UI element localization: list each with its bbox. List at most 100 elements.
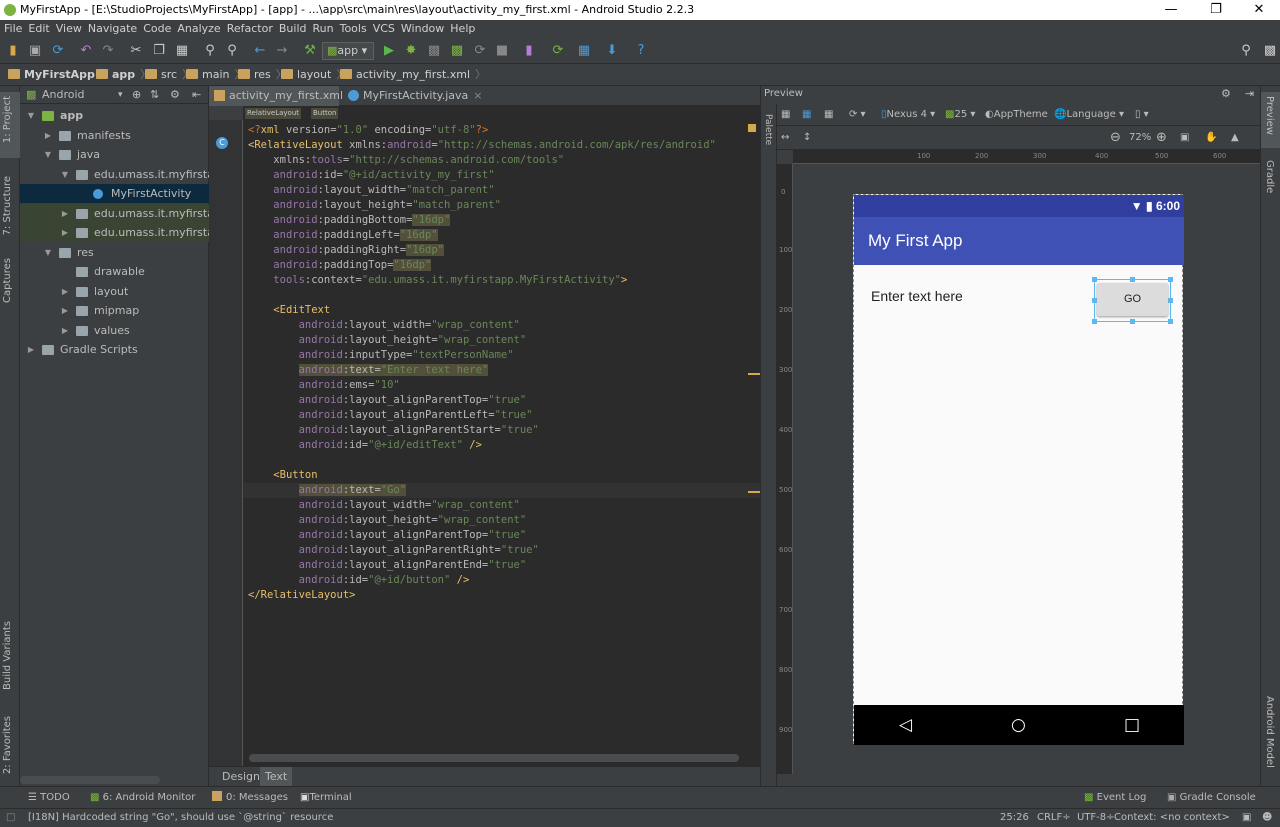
- ide-settings-icon[interactable]: ▩: [1262, 43, 1278, 59]
- android-monitor-button[interactable]: ▩ 6: Android Monitor: [90, 787, 195, 809]
- menu-navigate[interactable]: Navigate: [84, 20, 139, 38]
- both-surfaces-icon[interactable]: ▦: [824, 104, 833, 126]
- view-mode-select[interactable]: Android: [42, 86, 85, 104]
- zoom-out-icon[interactable]: ⊖: [1110, 127, 1121, 149]
- tree-item[interactable]: MyFirstActivity: [20, 184, 209, 203]
- hide-panel-icon[interactable]: ⇤: [192, 86, 201, 104]
- tab-design[interactable]: Design: [217, 767, 265, 786]
- maximize-button[interactable]: ❐: [1197, 0, 1235, 20]
- tab-activity-xml[interactable]: activity_my_first.xml×: [209, 86, 357, 106]
- run-icon[interactable]: ▶: [381, 43, 397, 59]
- theme-select[interactable]: ◐AppTheme: [985, 104, 1048, 126]
- design-surface-icon[interactable]: ▦: [781, 104, 790, 126]
- orientation-icon[interactable]: ⟳ ▾: [849, 104, 866, 126]
- zoom-in-icon[interactable]: ⊕: [1156, 127, 1167, 149]
- menu-analyze[interactable]: Analyze: [173, 20, 222, 38]
- gear-icon[interactable]: ⚙: [170, 86, 180, 104]
- tab-gradle[interactable]: Gradle: [1264, 160, 1275, 193]
- debug-icon[interactable]: ✸: [403, 43, 419, 59]
- sync-icon[interactable]: ⟳: [50, 43, 66, 59]
- tab-myfirstactivity-java[interactable]: MyFirstActivity.java ×: [343, 86, 482, 106]
- expand-arrow-icon[interactable]: ▼: [26, 106, 36, 125]
- back-icon[interactable]: ←: [252, 43, 268, 59]
- tab-preview[interactable]: Preview: [1264, 96, 1275, 135]
- tag-crumb-button[interactable]: Button: [311, 108, 339, 119]
- menu-code[interactable]: Code: [139, 20, 173, 38]
- file-encoding[interactable]: UTF-8÷: [1077, 809, 1115, 827]
- menu-window[interactable]: Window: [397, 20, 446, 38]
- resize-handle[interactable]: [1092, 319, 1097, 324]
- expand-arrow-icon[interactable]: ▶: [26, 340, 36, 359]
- cut-icon[interactable]: ✂: [128, 43, 144, 59]
- todo-button[interactable]: ☰ TODO: [28, 787, 70, 809]
- paste-icon[interactable]: ▦: [174, 43, 190, 59]
- warning-stripe[interactable]: [748, 373, 760, 375]
- menu-run[interactable]: Run: [309, 20, 336, 38]
- resize-handle[interactable]: [1168, 319, 1173, 324]
- gear-icon[interactable]: ⚙: [1221, 87, 1231, 100]
- tab-text[interactable]: Text: [260, 767, 293, 786]
- redo-icon[interactable]: ↷: [100, 43, 116, 59]
- tree-item[interactable]: ▶ Gradle Scripts: [20, 340, 209, 359]
- profile-icon[interactable]: ▩: [426, 43, 442, 59]
- tree-item[interactable]: ▶ edu.umass.it.myfirstapp: [20, 223, 228, 242]
- device-frame-select[interactable]: ▯ ▾: [1135, 104, 1149, 126]
- terminal-button[interactable]: ▣Terminal: [300, 787, 352, 809]
- edit-text-preview[interactable]: Enter text here: [871, 288, 963, 304]
- menu-help[interactable]: Help: [446, 20, 477, 38]
- project-hscroll[interactable]: [20, 776, 160, 784]
- search-everywhere-icon[interactable]: ⚲: [1238, 43, 1254, 59]
- messages-button[interactable]: 0: Messages: [212, 787, 288, 809]
- copy-icon[interactable]: ❐: [151, 43, 167, 59]
- tag-crumb-relativelayout[interactable]: RelativeLayout: [245, 108, 302, 119]
- tab-captures[interactable]: Captures: [2, 258, 13, 303]
- warning-stripe[interactable]: [748, 491, 760, 493]
- api-level-select[interactable]: ▩25 ▾: [945, 104, 975, 126]
- menu-build[interactable]: Build: [275, 20, 309, 38]
- close-button[interactable]: ✕: [1240, 0, 1278, 20]
- expand-arrow-icon[interactable]: ▶: [60, 321, 70, 340]
- menu-vcs[interactable]: VCS: [369, 20, 397, 38]
- fit-height-icon[interactable]: ↕: [803, 127, 811, 149]
- hide-panel-icon[interactable]: ⇥: [1245, 87, 1254, 100]
- breadcrumb-app[interactable]: app〉: [96, 64, 151, 86]
- resize-handle[interactable]: [1168, 277, 1173, 282]
- find-icon[interactable]: ⚲: [202, 43, 218, 59]
- menu-file[interactable]: File: [0, 20, 24, 38]
- fit-width-icon[interactable]: ↔: [781, 127, 789, 149]
- gradle-console-button[interactable]: ▣ Gradle Console: [1167, 787, 1256, 809]
- nav-home-icon[interactable]: ○: [1011, 715, 1026, 735]
- tree-item[interactable]: ▶ layout: [20, 282, 209, 301]
- help-icon[interactable]: ?: [633, 43, 649, 59]
- project-structure-icon[interactable]: ▦: [576, 43, 592, 59]
- save-icon[interactable]: ▣: [27, 43, 43, 59]
- undo-icon[interactable]: ↶: [78, 43, 94, 59]
- expand-arrow-icon[interactable]: ▶: [60, 223, 70, 242]
- expand-arrow-icon[interactable]: ▶: [43, 126, 53, 145]
- tree-item[interactable]: ▶ values: [20, 321, 209, 340]
- status-toggle-icon[interactable]: □: [6, 809, 15, 827]
- tree-item[interactable]: ▼ app: [20, 106, 209, 125]
- make-project-icon[interactable]: ⚒: [302, 43, 318, 59]
- expand-arrow-icon[interactable]: ▼: [43, 243, 53, 262]
- gradle-sync-icon[interactable]: ⟳: [550, 43, 566, 59]
- tab-android-model[interactable]: Android Model: [1264, 696, 1275, 768]
- device-screen[interactable]: ▼ ▮ 6:00 My First App Enter text here GO…: [853, 194, 1184, 745]
- language-select[interactable]: 🌐Language ▾: [1054, 104, 1124, 126]
- lock-icon[interactable]: ▣: [1242, 809, 1251, 827]
- resize-handle[interactable]: [1130, 277, 1135, 282]
- line-separator[interactable]: CRLF÷: [1037, 809, 1071, 827]
- notifications-icon[interactable]: ▲: [1231, 127, 1239, 149]
- replace-icon[interactable]: ⚲: [224, 43, 240, 59]
- code-editor[interactable]: <?xml version="1.0" encoding="utf-8"?> <…: [243, 120, 760, 766]
- expand-arrow-icon[interactable]: ▶: [60, 282, 70, 301]
- tab-structure[interactable]: 7: Structure: [2, 176, 13, 235]
- sdk-manager-icon[interactable]: ⬇: [604, 43, 620, 59]
- run-config-select[interactable]: ▩app ▾: [322, 42, 374, 60]
- zoom-fit-icon[interactable]: ▣: [1180, 127, 1189, 149]
- stop-icon[interactable]: ■: [494, 43, 510, 59]
- nav-back-icon[interactable]: ◁: [899, 715, 912, 735]
- tab-favorites[interactable]: 2: Favorites: [2, 716, 13, 774]
- expand-arrow-icon[interactable]: ▼: [60, 165, 70, 184]
- resize-handle[interactable]: [1092, 277, 1097, 282]
